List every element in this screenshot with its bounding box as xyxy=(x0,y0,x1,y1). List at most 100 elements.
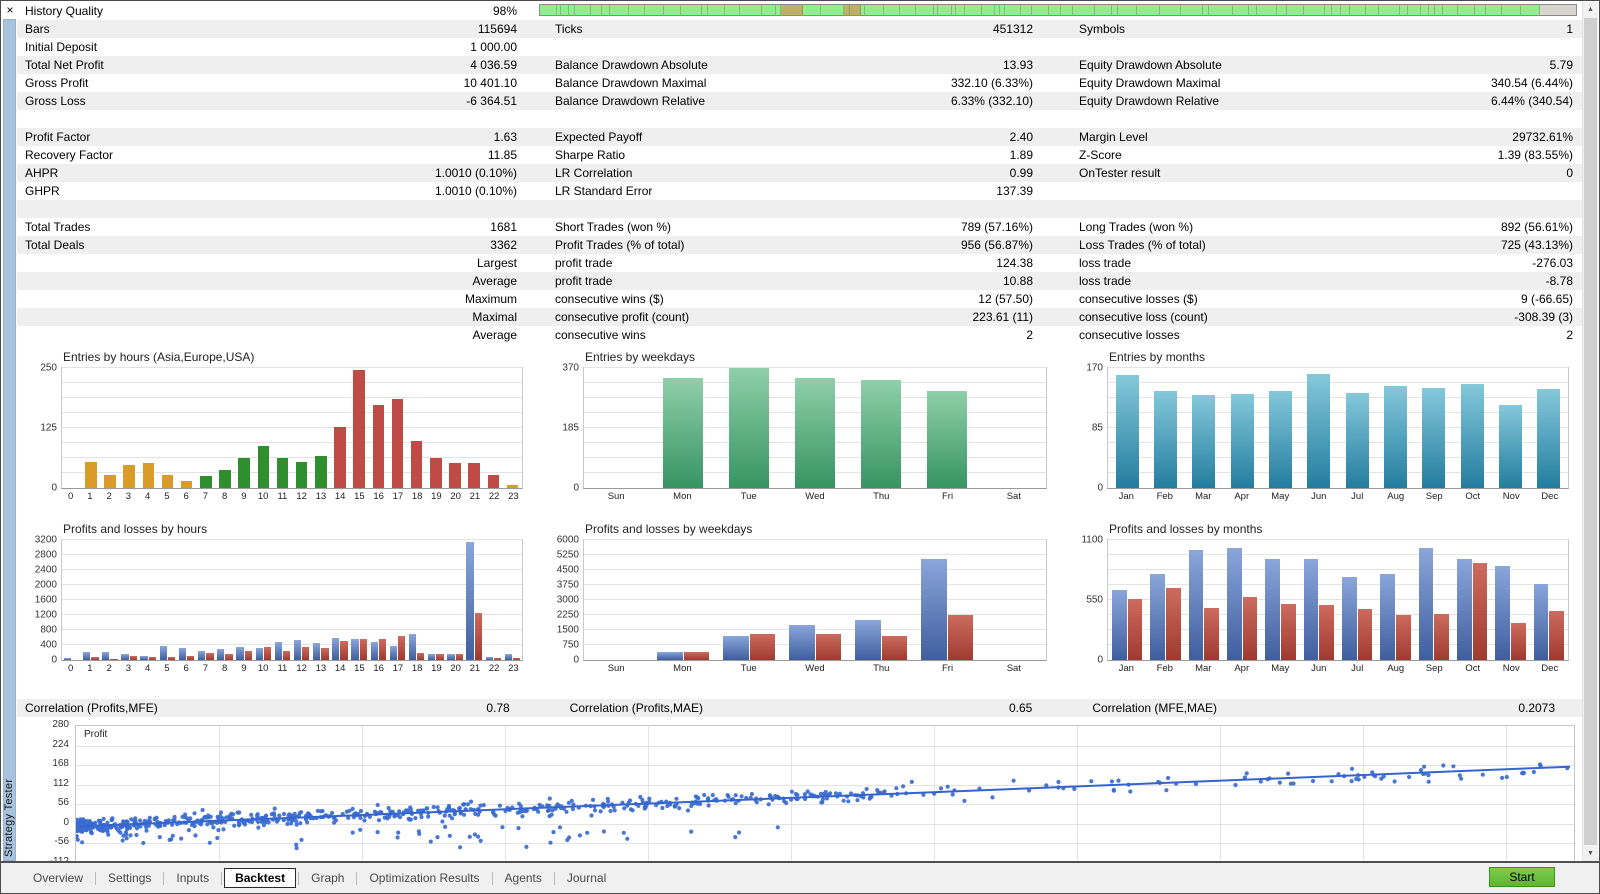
quality-segment xyxy=(1366,5,1380,15)
tab-graph[interactable]: Graph xyxy=(301,868,354,888)
chart-plot: 0125250 xyxy=(61,367,523,489)
scroll-up-icon[interactable]: ▲ xyxy=(1583,2,1598,17)
bar xyxy=(379,639,386,660)
quality-segment xyxy=(1073,5,1095,15)
x-tick-label: 15 xyxy=(350,663,369,674)
y-tick-label: 0 xyxy=(1097,483,1103,494)
category-cell xyxy=(1185,368,1223,488)
tab-journal[interactable]: Journal xyxy=(557,868,616,888)
category-cell xyxy=(215,368,234,488)
tab-overview[interactable]: Overview xyxy=(23,868,93,888)
tab-inputs[interactable]: Inputs xyxy=(166,868,219,888)
bar xyxy=(1192,395,1215,488)
bar xyxy=(1384,386,1407,488)
y-tick-label: 85 xyxy=(1092,423,1103,434)
stat-label: Ticks xyxy=(555,20,583,38)
chart-2: Entries by months085170JanFebMarAprMayJu… xyxy=(1063,347,1585,519)
bar xyxy=(1499,405,1522,488)
x-tick-label: 10 xyxy=(254,491,273,502)
x-tick-label: Wed xyxy=(782,491,848,502)
x-tick-label: Nov xyxy=(1492,663,1531,674)
bar xyxy=(1537,389,1560,488)
bar xyxy=(390,646,397,660)
stats-cell: LR Standard Error137.39 xyxy=(529,182,1045,200)
y-tick-label: 2400 xyxy=(35,565,57,576)
tab-optimization-results[interactable]: Optimization Results xyxy=(359,868,489,888)
stat-value: -276.03 xyxy=(1532,254,1573,272)
stats-cell xyxy=(17,200,529,218)
bar xyxy=(143,463,155,488)
stat-label: Balance Drawdown Relative xyxy=(555,92,705,110)
bar xyxy=(1204,608,1219,660)
stats-cell: profit trade10.88 xyxy=(529,272,1045,290)
bar xyxy=(729,368,769,488)
category-cell xyxy=(292,368,311,488)
x-tick-label: 18 xyxy=(408,491,427,502)
close-icon[interactable]: × xyxy=(3,2,17,18)
bar xyxy=(927,391,967,488)
x-tick-label: 17 xyxy=(388,663,407,674)
scatter-plot: Profit xyxy=(75,725,1575,863)
stat-value: -308.39 (3) xyxy=(1514,308,1573,326)
stat-value: Average xyxy=(473,272,517,290)
bar xyxy=(1549,611,1564,660)
category-cell xyxy=(1223,540,1261,660)
x-tick-label: 4 xyxy=(138,663,157,674)
quality-segment xyxy=(725,5,740,15)
stats-cell: GHPR1.0010 (0.10%) xyxy=(17,182,529,200)
quality-segment xyxy=(1005,5,1022,15)
start-button[interactable]: Start xyxy=(1489,867,1555,887)
bar xyxy=(507,485,519,488)
x-tick-label: 14 xyxy=(331,663,350,674)
correlation-row: Correlation (Profits,MFE)0.78Correlation… xyxy=(17,699,1585,717)
quality-segment xyxy=(540,5,557,15)
quality-segment xyxy=(591,5,602,15)
quality-segment xyxy=(1209,5,1232,15)
tab-backtest[interactable]: Backtest xyxy=(224,868,296,888)
bar xyxy=(236,647,243,661)
bar xyxy=(168,657,175,660)
scrollbar-thumb[interactable] xyxy=(1584,18,1597,845)
y-tick-label: 1500 xyxy=(557,625,579,636)
bar xyxy=(181,481,193,488)
quality-segment xyxy=(1233,5,1249,15)
x-tick-label: Wed xyxy=(782,663,848,674)
quality-segment xyxy=(1304,5,1324,15)
quality-segment xyxy=(965,5,982,15)
x-tick-label: 16 xyxy=(369,663,388,674)
bar xyxy=(198,651,205,660)
y-tick-label: -56 xyxy=(19,836,69,847)
y-tick-label: 185 xyxy=(562,423,579,434)
quality-segment xyxy=(1032,5,1049,15)
stats-cell: consecutive losses ($)9 (-66.65) xyxy=(1045,290,1585,308)
tab-agents[interactable]: Agents xyxy=(495,868,552,888)
bar xyxy=(1422,388,1445,488)
correlation-label: Correlation (MFE,MAE) xyxy=(1092,699,1217,717)
stat-value: 2.40 xyxy=(1010,128,1033,146)
stats-cell: Loss Trades (% of total)725 (43.13%) xyxy=(1045,236,1585,254)
stat-label: Balance Drawdown Maximal xyxy=(555,74,706,92)
stat-value: 5.79 xyxy=(1550,56,1573,74)
x-tick-label: Thu xyxy=(848,663,914,674)
category-cell xyxy=(650,540,716,660)
scroll-down-icon[interactable]: ▼ xyxy=(1583,846,1598,861)
y-tick-label: 550 xyxy=(1086,595,1103,606)
chart-title: Entries by hours (Asia,Europe,USA) xyxy=(63,350,254,364)
history-quality-fill xyxy=(540,5,1540,15)
vertical-scrollbar[interactable]: ▲ ▼ xyxy=(1582,2,1598,861)
bar xyxy=(855,620,880,660)
category-cell xyxy=(484,540,503,660)
stat-label: GHPR xyxy=(25,182,60,200)
category-cell xyxy=(139,368,158,488)
bar xyxy=(1473,563,1488,660)
bar xyxy=(723,636,748,660)
stats-row: Maximalconsecutive profit (count)223.61 … xyxy=(17,308,1585,326)
category-cell xyxy=(100,368,119,488)
tab-settings[interactable]: Settings xyxy=(98,868,161,888)
category-cell xyxy=(1338,540,1376,660)
y-tick-label: 170 xyxy=(1086,363,1103,374)
x-tick-label: Jan xyxy=(1107,491,1146,502)
bar xyxy=(102,652,109,660)
bar xyxy=(1342,577,1357,660)
stats-cell: Balance Drawdown Maximal332.10 (6.33%) xyxy=(529,74,1045,92)
